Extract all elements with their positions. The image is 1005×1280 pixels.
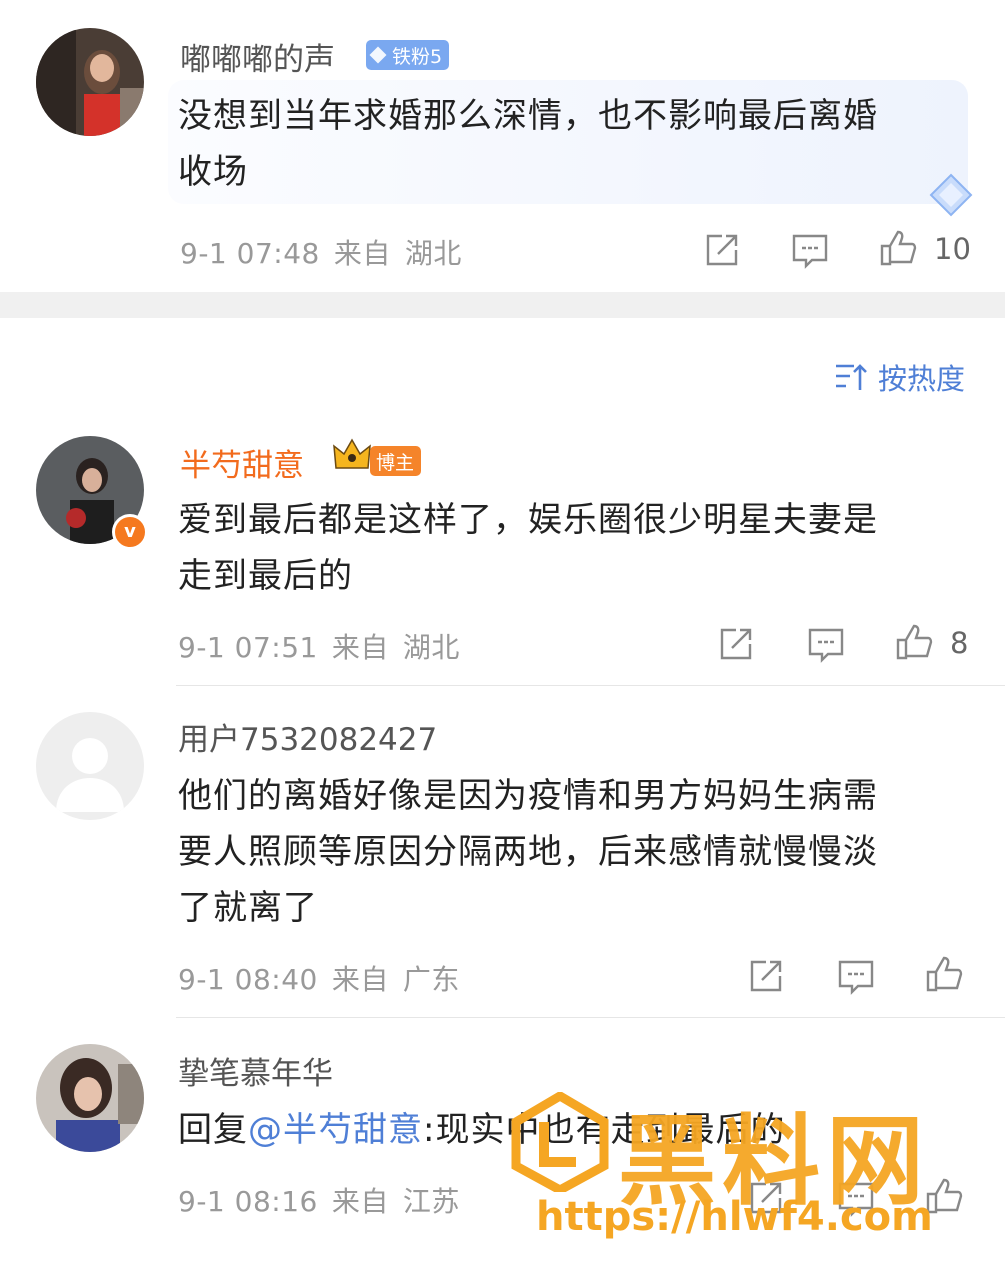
location: 江苏 [402, 1185, 460, 1218]
share-icon[interactable] [716, 624, 756, 664]
reply-prefix: 回复 [178, 1110, 248, 1150]
blogger-badge: 博主 [370, 446, 422, 476]
comment-icon[interactable] [836, 1178, 876, 1218]
comment-icon[interactable] [836, 956, 876, 996]
location: 湖北 [404, 237, 462, 270]
username[interactable]: 用户7532082427 [178, 714, 437, 759]
comment-item: 用户7532082427 他们的离婚好像是因为疫情和男方妈妈生病需 要人照顾等原… [0, 686, 1005, 1018]
timestamp: 9-1 08:40 [178, 963, 318, 996]
sort-icon [834, 360, 868, 394]
comment-text: 没想到当年求婚那么深情，也不影响最后离婚 收场 [178, 96, 878, 192]
section-separator [0, 292, 1005, 318]
timestamp: 9-1 07:51 [178, 631, 318, 664]
like-count: 8 [950, 626, 969, 660]
like-icon[interactable] [924, 1176, 964, 1216]
timestamp: 9-1 08:16 [178, 1185, 318, 1218]
avatar[interactable] [36, 1044, 144, 1152]
like-icon[interactable] [894, 622, 934, 662]
comment-meta: 9-1 08:16 来自 江苏 [178, 1180, 474, 1220]
like-count: 10 [934, 232, 971, 266]
like-icon[interactable] [878, 228, 918, 268]
diamond-icon [369, 46, 387, 64]
share-icon[interactable] [746, 956, 786, 996]
avatar[interactable] [36, 712, 144, 820]
like-icon[interactable] [924, 954, 964, 994]
comment-meta: 9-1 07:48 来自 湖北 [180, 232, 476, 272]
mention-link[interactable]: @半芍甜意 [248, 1110, 423, 1150]
share-icon[interactable] [746, 1178, 786, 1218]
comment-meta: 9-1 08:40 来自 广东 [178, 958, 474, 998]
avatar[interactable] [36, 28, 144, 136]
from-label: 来自 [331, 1185, 389, 1218]
reply-text: :现实中也有走到最后的 [423, 1110, 786, 1150]
verified-icon: v [112, 514, 148, 550]
comment-meta: 9-1 07:51 来自 湖北 [178, 626, 474, 666]
comment-icon[interactable] [790, 230, 830, 270]
username[interactable]: 嘟嘟嘟的声 [180, 34, 335, 79]
username[interactable]: 挚笔慕年华 [178, 1048, 333, 1093]
from-label: 来自 [331, 963, 389, 996]
crown-icon [332, 438, 372, 474]
comment-text: 回复@半芍甜意:现实中也有走到最后的 [178, 1102, 958, 1158]
fan-badge: 铁粉5 [366, 40, 450, 70]
sort-label: 按热度 [878, 362, 966, 396]
badge-label: 铁粉5 [392, 45, 443, 68]
comment-icon[interactable] [806, 624, 846, 664]
comment-item: 挚笔慕年华 回复@半芍甜意:现实中也有走到最后的 9-1 08:16 来自 江苏 [0, 1018, 1005, 1280]
location: 广东 [402, 963, 460, 996]
comment-item: v 半芍甜意 博主 爱到最后都是这样了，娱乐圈很少明星夫妻是 走到最后的 9-1… [0, 420, 1005, 686]
comment-item: 嘟嘟嘟的声 铁粉5 没想到当年求婚那么深情，也不影响最后离婚 收场 9-1 07… [0, 0, 1005, 292]
sort-button[interactable]: 按热度 [834, 356, 965, 398]
from-label: 来自 [333, 237, 391, 270]
username[interactable]: 半芍甜意 [180, 440, 304, 485]
comment-text: 爱到最后都是这样了，娱乐圈很少明星夫妻是 走到最后的 [178, 500, 878, 596]
from-label: 来自 [331, 631, 389, 664]
comment-text: 他们的离婚好像是因为疫情和男方妈妈生病需 要人照顾等原因分隔两地，后来感情就慢慢… [178, 776, 878, 928]
timestamp: 9-1 07:48 [180, 237, 320, 270]
share-icon[interactable] [702, 230, 742, 270]
location: 湖北 [402, 631, 460, 664]
